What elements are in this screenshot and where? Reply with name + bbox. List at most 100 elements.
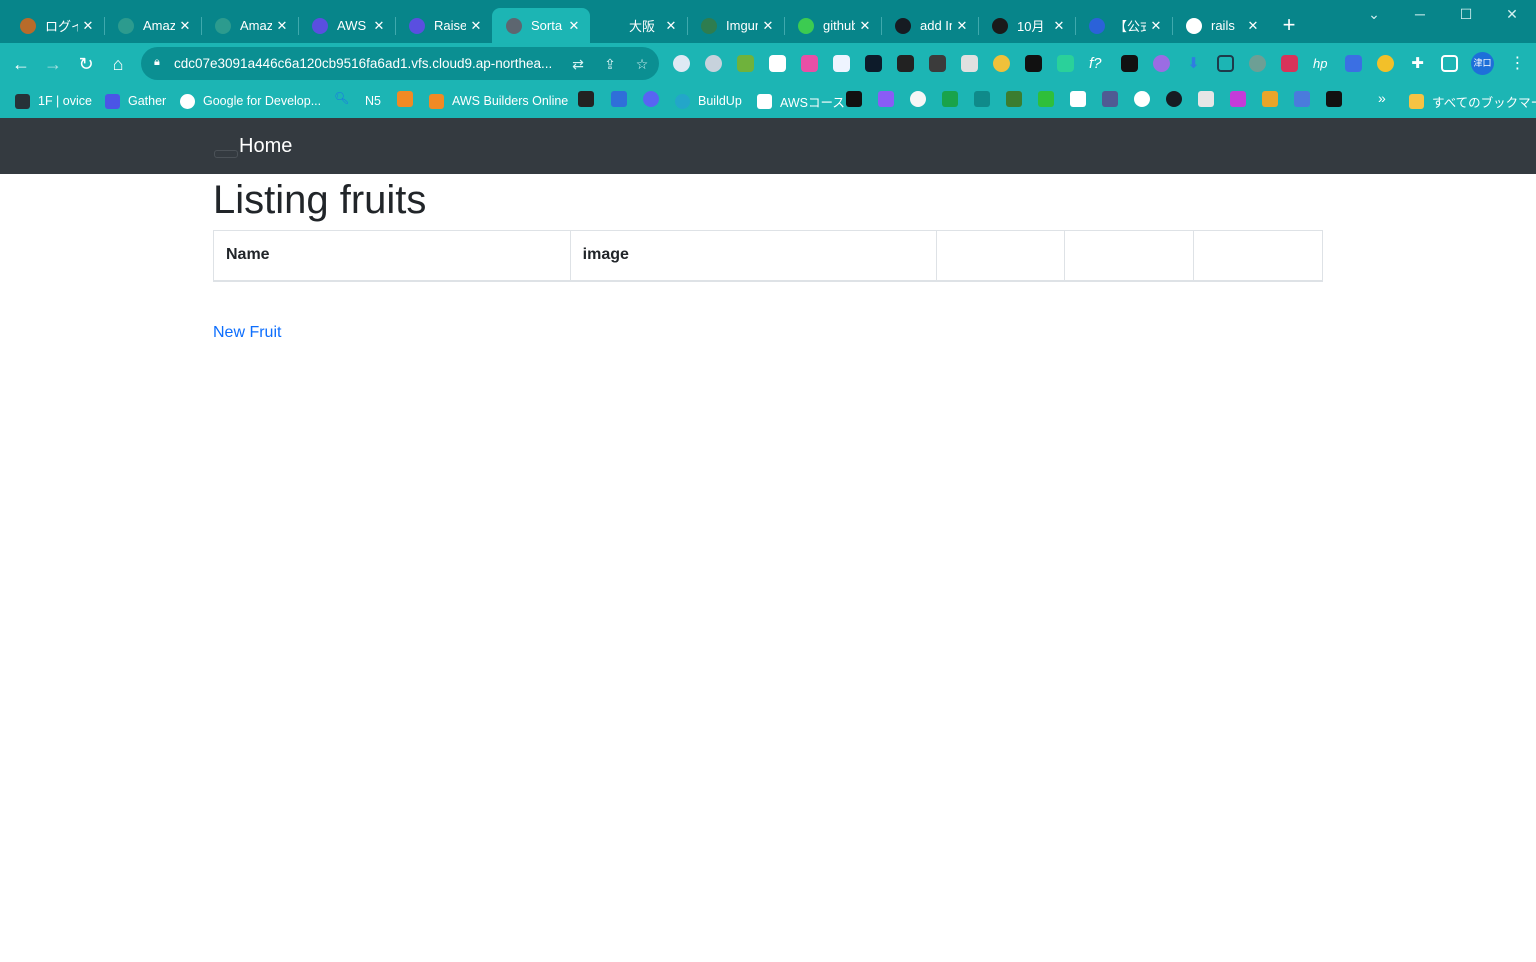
translate-icon[interactable]: ⇄ (568, 54, 588, 74)
extension-icon[interactable] (865, 55, 882, 72)
extension-icon[interactable] (1057, 55, 1074, 72)
browser-tab[interactable]: Amazon ✕ (201, 8, 298, 43)
url-text[interactable]: cdc07e3091a446c6a120cb9516fa6ad1.vfs.clo… (174, 56, 558, 72)
share-icon[interactable]: ⇪ (600, 54, 620, 74)
tab-close-icon[interactable]: ✕ (175, 18, 195, 34)
navbar-toggler-button[interactable] (214, 150, 238, 158)
tab-close-icon[interactable]: ✕ (564, 18, 584, 34)
tab-close-icon[interactable]: ✕ (661, 18, 681, 34)
tab-close-icon[interactable]: ✕ (1243, 18, 1263, 34)
extension-icon[interactable] (801, 55, 818, 72)
bookmark-item[interactable]: Google for Develop... (180, 92, 321, 110)
bookmark-calendar-icon[interactable] (611, 91, 627, 107)
bookmark-github-icon[interactable] (1166, 91, 1182, 107)
address-bar[interactable]: 🔒︎ cdc07e3091a446c6a120cb9516fa6ad1.vfs.… (141, 47, 659, 80)
bookmark-icon[interactable] (974, 91, 990, 107)
bookmark-icon[interactable] (578, 91, 594, 107)
bookmark-folder[interactable]: すべてのブックマーク (1409, 92, 1536, 110)
bookmark-discord-icon[interactable] (643, 91, 659, 107)
reload-icon[interactable]: ↻ (74, 52, 98, 76)
bookmark-item[interactable]: 1F | ovice (15, 92, 92, 110)
tab-close-icon[interactable]: ✕ (272, 18, 292, 34)
browser-tab[interactable]: Amazon ✕ (104, 8, 201, 43)
home-icon[interactable]: ⌂ (106, 52, 130, 76)
extension-record-icon[interactable] (705, 55, 722, 72)
extension-eyedropper-icon[interactable] (1121, 55, 1138, 72)
extension-icon[interactable] (1345, 55, 1362, 72)
back-arrow-icon[interactable]: ← (9, 52, 33, 76)
side-panel-icon[interactable] (1441, 55, 1458, 72)
bookmark-notion-icon[interactable] (1070, 91, 1086, 107)
bookmark-item[interactable]: Gather (105, 92, 166, 110)
extension-function-icon[interactable]: f? (1089, 55, 1106, 72)
browser-tab[interactable]: 10月 ✕ (978, 8, 1075, 43)
browser-tab[interactable]: github ✕ (784, 8, 881, 43)
extension-icon[interactable] (833, 55, 850, 72)
bookmark-icon[interactable] (1038, 91, 1054, 107)
bookmark-star-icon[interactable]: ☆ (632, 54, 652, 74)
bookmark-icon[interactable] (878, 91, 894, 107)
forward-arrow-icon[interactable]: → (41, 52, 65, 76)
tab-close-icon[interactable]: ✕ (1049, 18, 1069, 34)
new-fruit-link[interactable]: New Fruit (213, 324, 281, 342)
bookmark-icon[interactable] (1006, 91, 1022, 107)
bookmark-item[interactable]: AWSコース (757, 92, 845, 110)
profile-avatar[interactable]: 津口 (1471, 52, 1494, 75)
bookmark-icon[interactable] (1262, 91, 1278, 107)
bookmark-icon[interactable] (1198, 91, 1214, 107)
tab-close-icon[interactable]: ✕ (466, 18, 486, 34)
bookmark-search-icon[interactable]: 🔍︎ (334, 91, 350, 107)
extension-download-icon[interactable]: ⬇ (1185, 55, 1202, 72)
browser-tab[interactable]: rails ✕ (1172, 8, 1269, 43)
bookmarks-overflow-icon[interactable]: » (1378, 90, 1386, 106)
browser-tab[interactable]: Raise ✕ (395, 8, 492, 43)
extension-badge-icon[interactable] (1281, 55, 1298, 72)
bookmark-icon[interactable] (1326, 91, 1342, 107)
extension-icon[interactable] (737, 55, 754, 72)
extensions-puzzle-icon[interactable]: ✚ (1409, 55, 1426, 72)
extension-screenshot-icon[interactable] (1217, 55, 1234, 72)
bookmark-icon[interactable] (942, 91, 958, 107)
extension-icon[interactable] (1249, 55, 1266, 72)
tab-close-icon[interactable]: ✕ (952, 18, 972, 34)
extension-notion-icon[interactable] (769, 55, 786, 72)
minimize-icon[interactable]: ─ (1405, 6, 1435, 22)
browser-tab[interactable]: add Im ✕ (881, 8, 978, 43)
bookmark-php-icon[interactable] (1102, 91, 1118, 107)
extension-icon[interactable] (1153, 55, 1170, 72)
extension-icon[interactable] (1025, 55, 1042, 72)
bookmark-icon[interactable] (1230, 91, 1246, 107)
tab-close-icon[interactable]: ✕ (758, 18, 778, 34)
tab-close-icon[interactable]: ✕ (78, 18, 98, 34)
tab-close-icon[interactable]: ✕ (855, 18, 875, 34)
tab-close-icon[interactable]: ✕ (1146, 18, 1166, 34)
browser-tab[interactable]: AWS ✕ (298, 8, 395, 43)
extension-hp-icon[interactable]: hp (1313, 55, 1330, 72)
close-window-icon[interactable]: ✕ (1497, 6, 1527, 23)
bookmark-icon[interactable] (1134, 91, 1150, 107)
bookmark-icon[interactable] (910, 91, 926, 107)
extension-icon[interactable] (1377, 55, 1394, 72)
new-tab-button[interactable]: + (1278, 14, 1300, 36)
extension-1password-icon[interactable] (673, 55, 690, 72)
extension-color-icon[interactable] (993, 55, 1010, 72)
browser-tab[interactable]: Imgur ✕ (687, 8, 784, 43)
extension-icon[interactable] (961, 55, 978, 72)
bookmark-icon[interactable] (1294, 91, 1310, 107)
tab-close-icon[interactable]: ✕ (369, 18, 389, 34)
bookmark-item[interactable]: AWS Builders Online (429, 92, 568, 110)
browser-tab[interactable]: ログイン ✕ (6, 8, 104, 43)
browser-tab[interactable]: 大阪 ✕ (590, 8, 687, 43)
extension-new-icon[interactable] (897, 55, 914, 72)
nav-home-link[interactable]: Home (239, 135, 292, 158)
maximize-icon[interactable]: ☐ (1451, 6, 1481, 23)
bookmark-icon[interactable] (846, 91, 862, 107)
browser-tab-active[interactable]: Sorta ✕ (492, 8, 590, 43)
bookmark-item[interactable]: N5 (365, 92, 381, 110)
bookmark-item[interactable]: BuildUp (675, 92, 742, 110)
bookmark-aws-icon[interactable] (397, 91, 413, 107)
browser-tab[interactable]: 【公式 ✕ (1075, 8, 1172, 43)
menu-kebab-icon[interactable]: ⋮ (1509, 55, 1526, 72)
extension-off-icon[interactable] (929, 55, 946, 72)
tab-search-icon[interactable]: ⌄ (1359, 6, 1389, 23)
